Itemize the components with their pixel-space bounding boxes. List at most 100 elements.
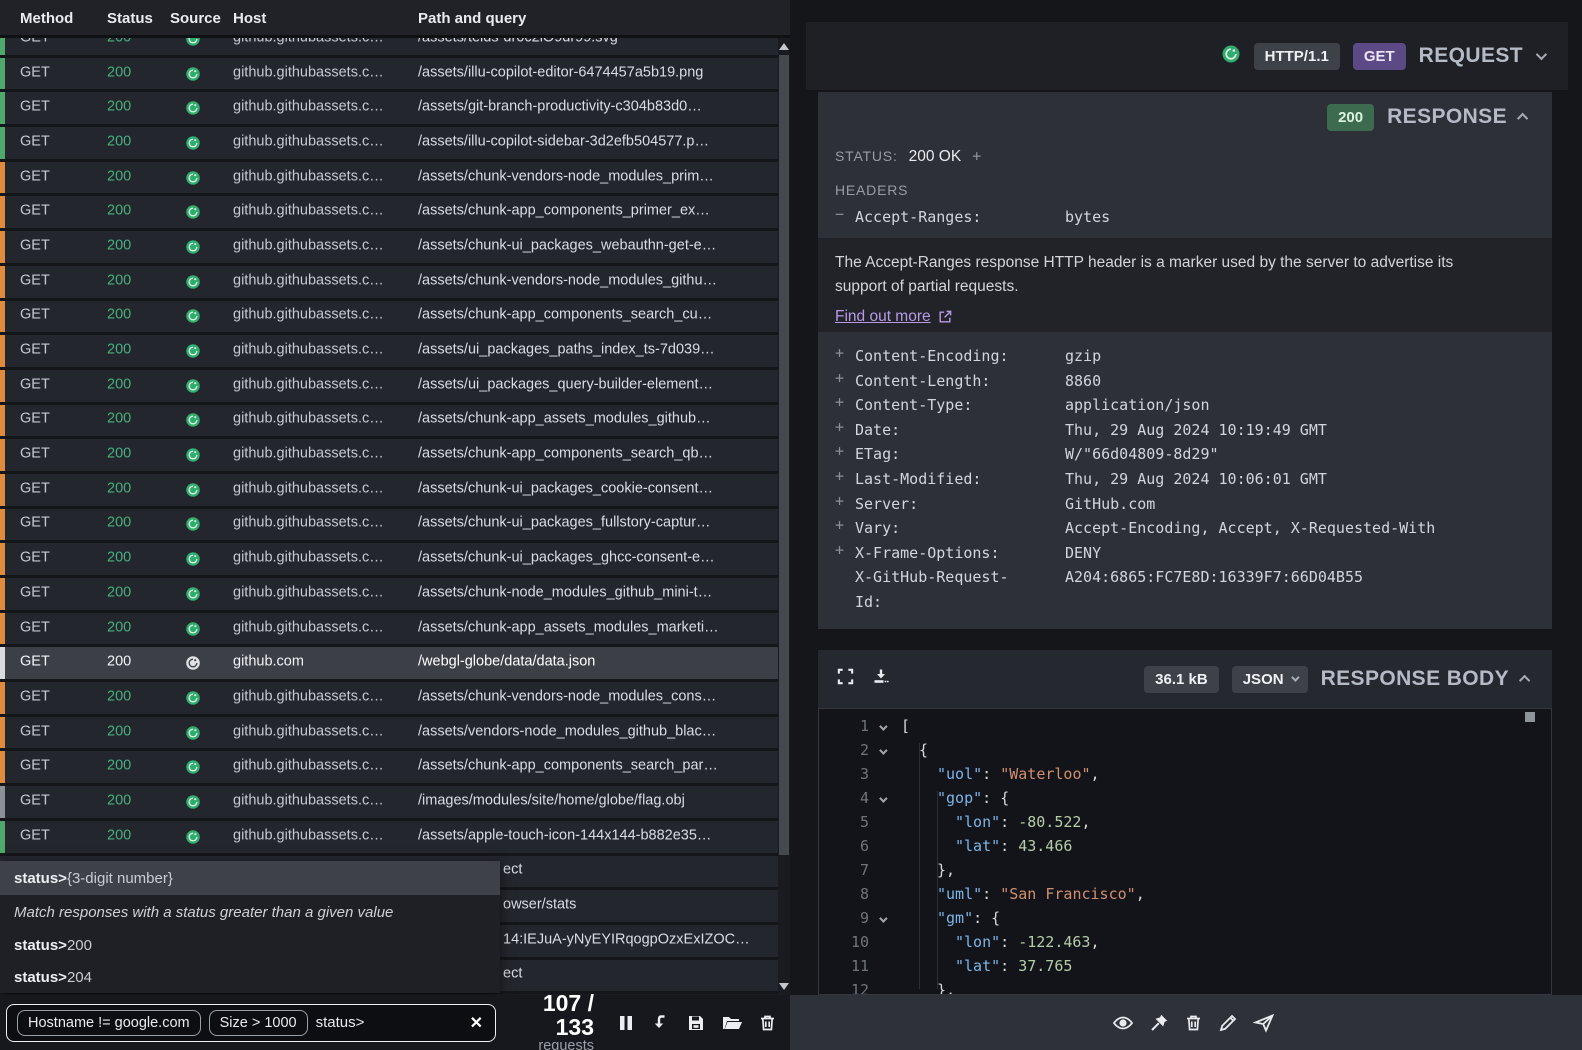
column-header-path[interactable]: Path and query	[418, 10, 526, 27]
clear-filters-button[interactable]: ✕	[470, 1013, 483, 1033]
exchange-action-bar	[790, 995, 1582, 1050]
line-content: "gm": {	[901, 906, 1000, 930]
response-section-header[interactable]: 200 RESPONSE	[1327, 92, 1528, 142]
table-row[interactable]: GET200github.githubassets.c…/assets/vend…	[0, 717, 778, 752]
row-status-indicator	[0, 751, 5, 783]
expand-header-icon[interactable]: +	[835, 369, 855, 394]
json-token: "San Francisco"	[1000, 885, 1135, 903]
collapse-header-icon[interactable]: −	[835, 205, 855, 230]
expand-header-icon[interactable]: +	[835, 492, 855, 517]
jump-to-end-button[interactable]	[651, 1013, 671, 1033]
expand-body-icon[interactable]	[836, 667, 855, 691]
table-row[interactable]: GET200github.githubassets.c…/assets/illu…	[0, 58, 778, 93]
table-row[interactable]: GET200github.githubassets.c…/assets/chun…	[0, 266, 778, 301]
filter-chip[interactable]: Size > 1000	[209, 1010, 308, 1036]
scroll-down-icon[interactable]	[779, 983, 789, 990]
table-row[interactable]: GET200github.githubassets.c…/assets/ui_p…	[0, 370, 778, 405]
table-row[interactable]: GET200github.githubassets.c…/assets/ui_p…	[0, 335, 778, 370]
path-cell: /assets/ui_packages_paths_index_ts-7d039…	[418, 342, 770, 358]
editor-scrollbar-thumb[interactable]	[1525, 712, 1535, 722]
column-header-method[interactable]: Method	[20, 10, 73, 27]
chevron-up-icon[interactable]	[1517, 113, 1528, 124]
fold-toggle-icon[interactable]	[869, 786, 895, 810]
table-row[interactable]: GET200github.githubassets.c…/assets/git-…	[0, 92, 778, 127]
status-cell: 200	[107, 376, 131, 392]
expand-header-icon[interactable]: +	[835, 541, 855, 566]
response-body-header[interactable]: 36.1 kB JSON RESPONSE BODY	[818, 650, 1552, 708]
table-row[interactable]: GET200github.githubassets.c…/assets/chun…	[0, 162, 778, 197]
fold-toggle-icon	[869, 762, 895, 786]
response-headers-list: +Content-Encoding:gzip+Content-Length:88…	[835, 344, 1540, 615]
filter-chip[interactable]: Hostname != google.com	[17, 1010, 201, 1036]
table-row[interactable]: GET200github.githubassets.c…/assets/chun…	[0, 682, 778, 717]
status-info-icon[interactable]: +	[972, 147, 981, 165]
request-section-header[interactable]: HTTP/1.1 GET REQUEST	[806, 22, 1568, 90]
pin-icon[interactable]	[1149, 1013, 1169, 1033]
table-row[interactable]: GET200github.com/webgl-globe/data/data.j…	[0, 647, 778, 682]
fold-toggle-icon[interactable]	[869, 906, 895, 930]
table-row[interactable]: GET200github.githubassets.c…/assets/chun…	[0, 439, 778, 474]
table-row[interactable]: GET200github.githubassets.c…/assets/chun…	[0, 405, 778, 440]
table-row[interactable]: GET200github.githubassets.c…/assets/chun…	[0, 578, 778, 613]
expand-header-icon[interactable]: +	[835, 516, 855, 541]
status-cell: 200	[107, 134, 131, 150]
view-eye-icon[interactable]	[1112, 1013, 1134, 1033]
json-token: :	[1000, 957, 1018, 975]
column-header-source[interactable]: Source	[170, 10, 221, 27]
code-line: 2{	[819, 738, 1551, 762]
column-header-status[interactable]: Status	[107, 10, 153, 27]
chevron-up-icon[interactable]	[1519, 675, 1530, 686]
open-har-button[interactable]	[721, 1013, 743, 1033]
save-har-button[interactable]	[686, 1013, 706, 1033]
json-token: },	[937, 981, 955, 995]
expand-header-icon[interactable]: +	[835, 344, 855, 369]
autocomplete-item[interactable]: status>{3-digit number}	[0, 861, 500, 895]
table-row[interactable]: GET200github.githubassets.c…/assets/appl…	[0, 821, 778, 856]
fold-toggle-icon[interactable]	[869, 714, 895, 738]
line-gutter: 2	[819, 738, 901, 762]
expand-header-icon[interactable]: +	[835, 467, 855, 492]
table-row[interactable]: GET200github.githubassets.c…/assets/chun…	[0, 751, 778, 786]
table-row[interactable]: GET200github.githubassets.c…/assets/teld…	[0, 38, 778, 58]
source-chrome-icon	[185, 412, 201, 428]
table-row[interactable]: GET200github.githubassets.c…/assets/chun…	[0, 474, 778, 509]
response-section-title: RESPONSE	[1387, 105, 1507, 129]
send-icon[interactable]	[1253, 1013, 1275, 1033]
edit-pencil-icon[interactable]	[1218, 1013, 1238, 1033]
clear-all-button[interactable]	[758, 1013, 777, 1033]
status-cell: 200	[107, 342, 131, 358]
scroll-up-icon[interactable]	[779, 43, 789, 50]
method-cell: GET	[20, 550, 50, 566]
request-list-scrollbar[interactable]	[778, 38, 790, 995]
filter-text-input[interactable]: status>	[316, 1014, 365, 1031]
expand-header-icon[interactable]: +	[835, 418, 855, 443]
column-header-host[interactable]: Host	[233, 10, 266, 27]
json-body-editor[interactable]: 1[2{3"uol": "Waterloo",4"gop": {5"lon": …	[818, 708, 1552, 995]
download-body-icon[interactable]	[871, 667, 891, 692]
code-line: 11"lat": 37.765	[819, 954, 1551, 978]
autocomplete-item[interactable]: status>200	[0, 929, 500, 961]
table-row[interactable]: GET200github.githubassets.c…/assets/chun…	[0, 231, 778, 266]
host-cell: github.githubassets.c…	[233, 99, 405, 115]
source-chrome-icon	[185, 135, 201, 151]
body-format-select[interactable]: JSON	[1232, 666, 1308, 693]
expand-header-icon[interactable]: +	[835, 442, 855, 467]
table-row[interactable]: GET200github.githubassets.c…/images/modu…	[0, 786, 778, 821]
autocomplete-item[interactable]: status>204	[0, 961, 500, 993]
expand-header-icon[interactable]: +	[835, 393, 855, 418]
table-row[interactable]: GET200github.githubassets.c…/assets/chun…	[0, 613, 778, 648]
scrollbar-thumb[interactable]	[779, 55, 789, 855]
table-row[interactable]: GET200github.githubassets.c…/assets/chun…	[0, 543, 778, 578]
chevron-down-icon[interactable]	[1536, 49, 1547, 60]
header-value: Thu, 29 Aug 2024 10:06:01 GMT	[1065, 467, 1540, 492]
pause-interception-button[interactable]	[616, 1013, 636, 1033]
filter-input-box[interactable]: Hostname != google.com Size > 1000 status…	[6, 1004, 496, 1042]
fold-toggle-icon[interactable]	[869, 738, 895, 762]
find-out-more-link[interactable]: Find out more	[835, 308, 953, 326]
delete-icon[interactable]	[1184, 1013, 1203, 1033]
table-row[interactable]: GET200github.githubassets.c…/assets/chun…	[0, 301, 778, 336]
table-row[interactable]: GET200github.githubassets.c…/assets/chun…	[0, 196, 778, 231]
table-row[interactable]: GET200github.githubassets.c…/assets/chun…	[0, 509, 778, 544]
external-link-icon	[937, 309, 953, 325]
table-row[interactable]: GET200github.githubassets.c…/assets/illu…	[0, 127, 778, 162]
